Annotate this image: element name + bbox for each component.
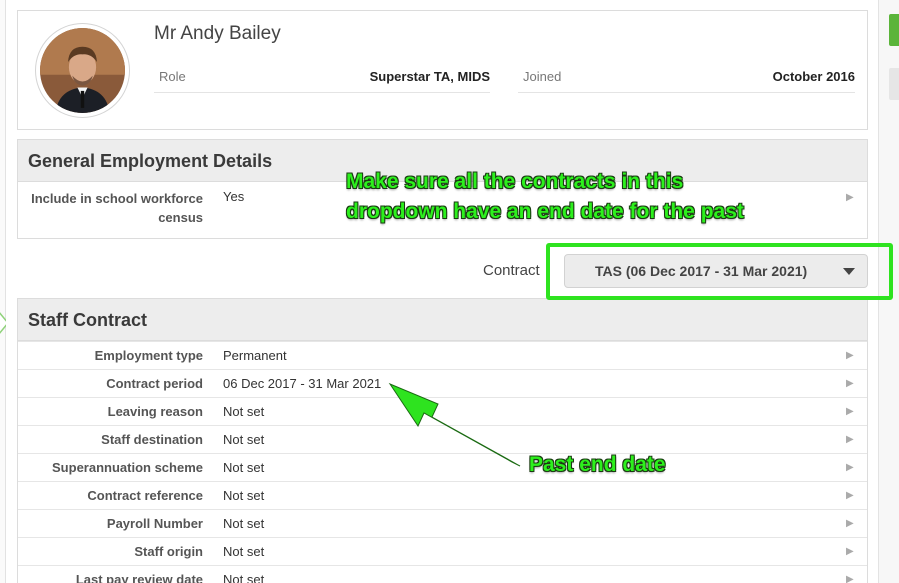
row-label: Leaving reason bbox=[107, 404, 203, 419]
staff-contract-title: Staff Contract bbox=[18, 299, 867, 341]
row-value: Not set bbox=[223, 544, 265, 559]
list-row-employment-type[interactable]: Employment type Permanent ▶ bbox=[18, 341, 867, 369]
row-label: Last pay review date bbox=[75, 572, 203, 583]
list-row-staff-destination[interactable]: Staff destination Not set ▶ bbox=[18, 425, 867, 453]
annotation-note-bottom: Past end date bbox=[529, 453, 666, 476]
chevron-right-icon[interactable]: ▶ bbox=[846, 434, 854, 445]
chevron-right-icon[interactable]: ▶ bbox=[846, 518, 854, 529]
chevron-right-icon[interactable]: ▶ bbox=[846, 350, 854, 361]
row-label: Employment type bbox=[94, 348, 203, 363]
census-value[interactable]: Yes bbox=[223, 189, 244, 204]
annotation-note-top: Make sure all the contracts in this drop… bbox=[346, 167, 744, 227]
chevron-right-icon[interactable]: ▶ bbox=[846, 378, 854, 389]
row-value: Not set bbox=[223, 488, 265, 503]
profile-card: Mr Andy Bailey Role Superstar TA, MIDS J… bbox=[17, 10, 868, 130]
row-value: Not set bbox=[223, 404, 265, 419]
row-label: Staff destination bbox=[101, 432, 203, 447]
row-value: Not set bbox=[223, 516, 265, 531]
row-value: Permanent bbox=[223, 348, 287, 363]
list-row-staff-origin[interactable]: Staff origin Not set ▶ bbox=[18, 537, 867, 565]
row-label: Contract reference bbox=[87, 488, 203, 503]
rail-green-tab[interactable] bbox=[889, 14, 899, 46]
chevron-right-icon[interactable]: ▶ bbox=[846, 490, 854, 501]
row-value: 06 Dec 2017 - 31 Mar 2021 bbox=[223, 376, 382, 391]
row-value: Not set bbox=[223, 572, 265, 583]
row-label: Payroll Number bbox=[106, 516, 203, 531]
chevron-right-icon[interactable]: ▶ bbox=[846, 574, 854, 583]
rail-grey-tab[interactable] bbox=[889, 68, 899, 100]
chevron-right-icon[interactable]: ▶ bbox=[846, 192, 854, 203]
row-value: Not set bbox=[223, 460, 265, 475]
list-row-contract-reference[interactable]: Contract reference Not set ▶ bbox=[18, 481, 867, 509]
chevron-right-icon[interactable]: ▶ bbox=[846, 546, 854, 557]
role-value: Superstar TA, MIDS bbox=[369, 69, 490, 84]
row-value: Not set bbox=[223, 432, 265, 447]
list-row-superannuation-scheme[interactable]: Superannuation scheme Not set ▶ bbox=[18, 453, 867, 481]
list-row-payroll-number[interactable]: Payroll Number Not set ▶ bbox=[18, 509, 867, 537]
annotation-highlight-box bbox=[546, 243, 893, 300]
joined-label: Joined bbox=[523, 69, 562, 84]
joined-field: Joined October 2016 bbox=[518, 63, 855, 93]
list-row-contract-period[interactable]: Contract period 06 Dec 2017 - 31 Mar 202… bbox=[18, 369, 867, 397]
chevron-right-icon[interactable]: ▶ bbox=[846, 406, 854, 417]
joined-value: October 2016 bbox=[772, 69, 855, 84]
annotation-line-1: Make sure all the contracts in this bbox=[346, 170, 684, 193]
contract-label: Contract bbox=[483, 262, 540, 279]
role-label: Role bbox=[159, 69, 186, 84]
row-label: Contract period bbox=[106, 376, 203, 391]
chevron-right-icon[interactable]: ▶ bbox=[846, 462, 854, 473]
annotation-line-2: dropdown have an end date for the past bbox=[346, 200, 744, 223]
avatar bbox=[35, 23, 130, 118]
census-label: Include in school workforce census bbox=[31, 191, 203, 225]
list-row-last-pay-review-date[interactable]: Last pay review date Not set ▶ bbox=[18, 565, 867, 583]
row-label: Superannuation scheme bbox=[52, 460, 203, 475]
row-label: Staff origin bbox=[134, 544, 203, 559]
staff-contract-section: Staff Contract Employment type Permanent… bbox=[17, 298, 868, 583]
role-field: Role Superstar TA, MIDS bbox=[154, 63, 490, 93]
profile-name: Mr Andy Bailey bbox=[154, 23, 281, 44]
list-row-leaving-reason[interactable]: Leaving reason Not set ▶ bbox=[18, 397, 867, 425]
avatar-photo-icon bbox=[40, 28, 125, 113]
